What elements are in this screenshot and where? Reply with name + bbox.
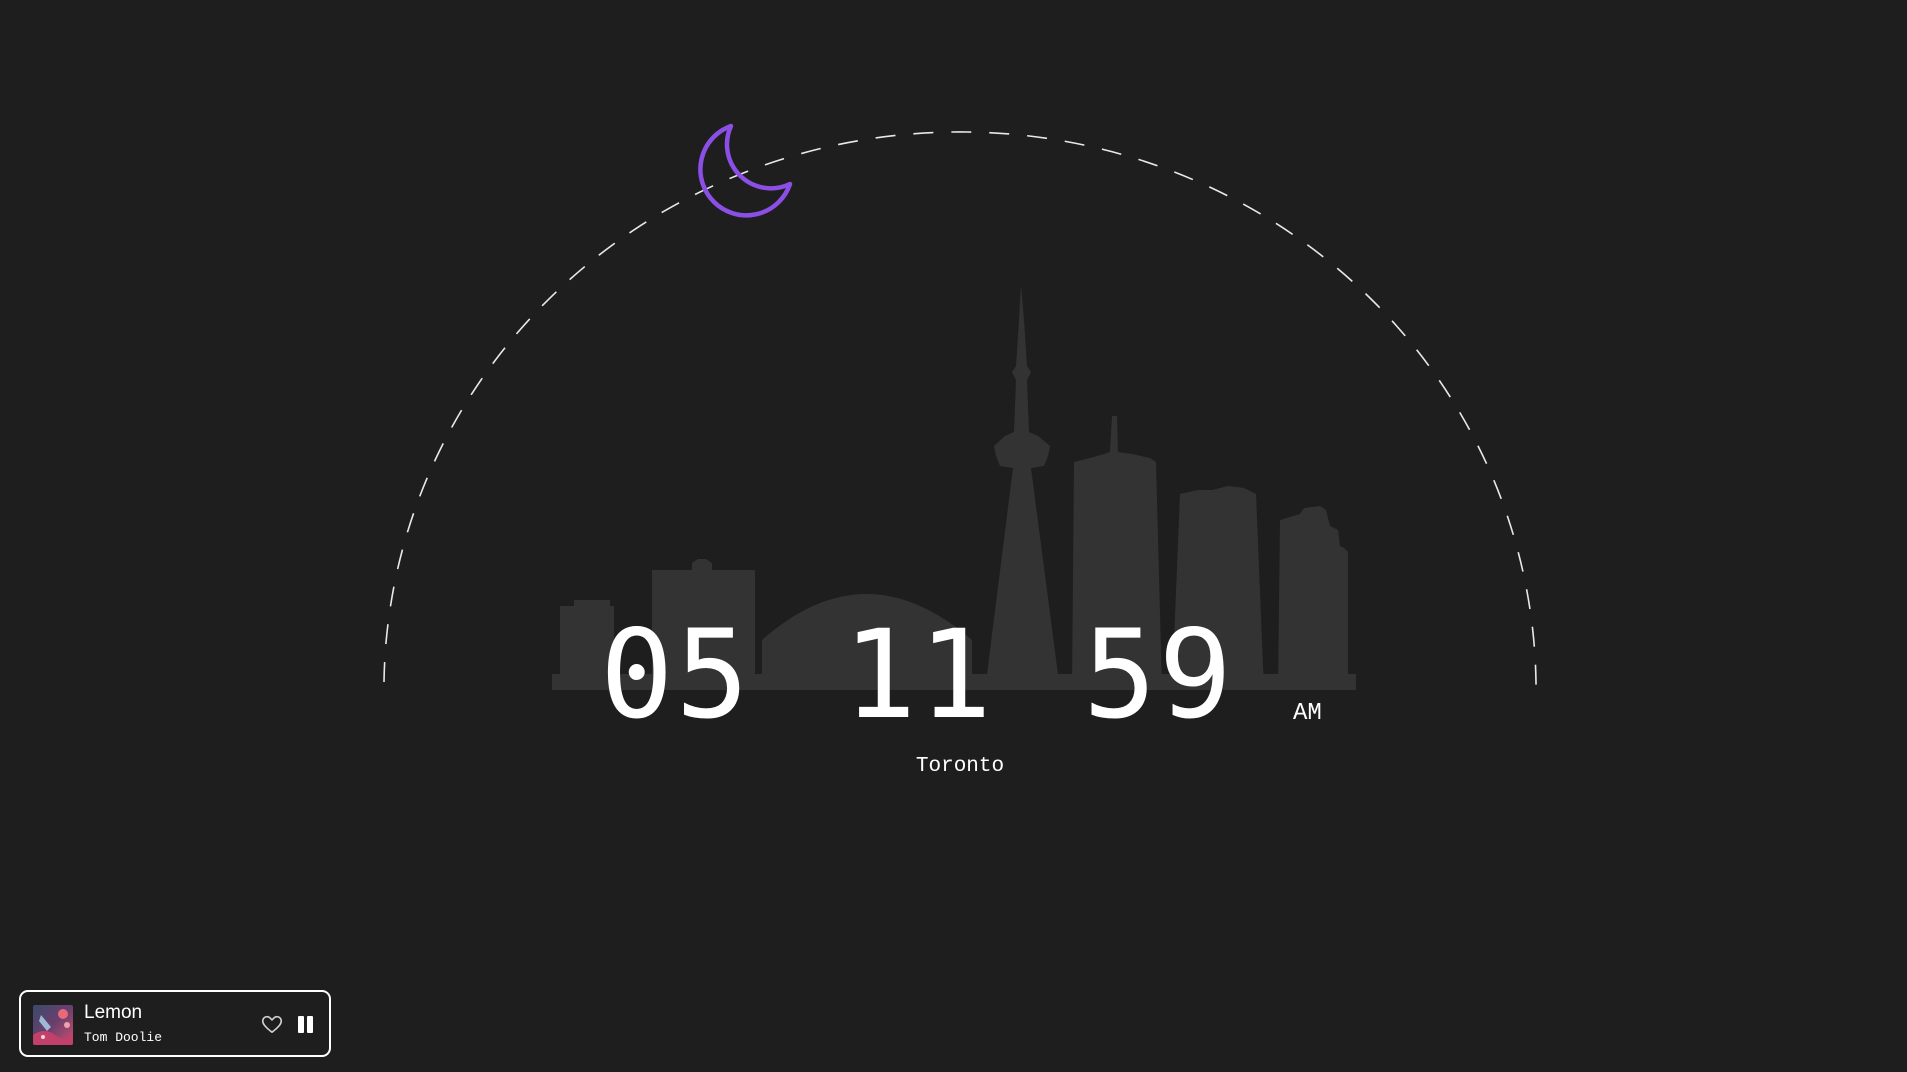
period-label: AM bbox=[1293, 700, 1322, 727]
city-label: Toronto bbox=[915, 755, 1005, 778]
now-playing-widget[interactable]: Lemon Tom Doolie bbox=[19, 990, 331, 1057]
pause-icon[interactable] bbox=[298, 1016, 314, 1034]
seconds-value: 59 bbox=[1083, 604, 1234, 746]
pause-bar-left bbox=[298, 1016, 304, 1033]
heart-icon[interactable] bbox=[261, 1014, 283, 1034]
clock-screen: 05 11 59 AM Toronto Lemon Tom Doolie bbox=[0, 0, 1907, 1072]
pause-bar-right bbox=[307, 1016, 313, 1033]
moon-icon bbox=[698, 123, 793, 218]
minutes-value: 11 bbox=[843, 604, 994, 746]
track-artist[interactable]: Tom Doolie bbox=[84, 1030, 162, 1045]
hours-value: 05 bbox=[600, 604, 751, 746]
album-art[interactable] bbox=[33, 1005, 73, 1045]
time-display: 05 11 59 bbox=[0, 610, 1907, 740]
track-title[interactable]: Lemon bbox=[84, 1002, 142, 1024]
